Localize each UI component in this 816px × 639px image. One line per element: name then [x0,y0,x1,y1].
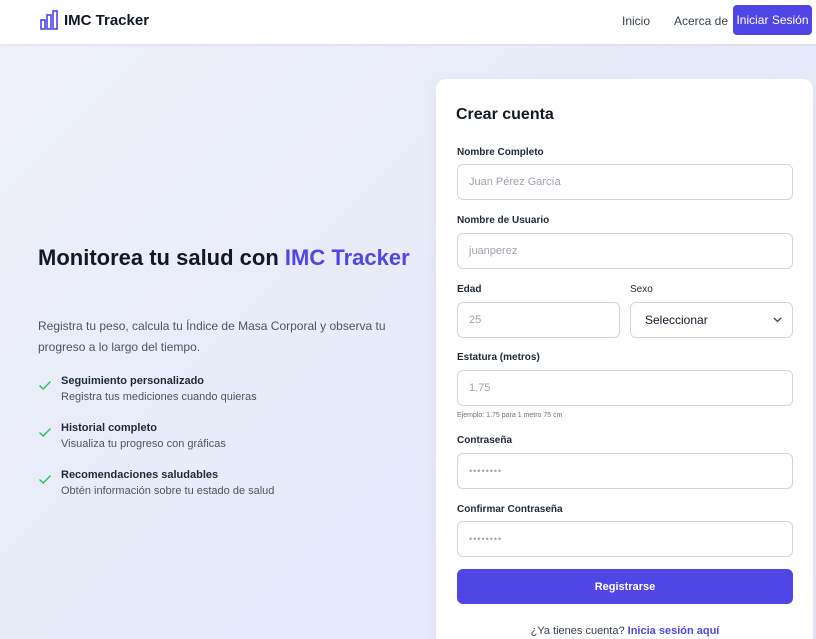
full-name-input[interactable]: Juan Pérez García [457,164,793,200]
confirm-password-label: Confirmar Contraseña [457,504,563,515]
login-prompt-text: ¿Ya tienes cuenta? [530,625,628,637]
age-label: Edad [457,284,482,295]
hero-description: Registra tu peso, calcula tu Índice de M… [38,319,386,354]
feature-title: Seguimiento personalizado [61,375,205,387]
check-icon [39,381,52,390]
check-icon [39,475,52,484]
password-label: Contraseña [457,435,513,446]
login-prompt: ¿Ya tienes cuenta? Inicia sesión aquí [457,625,793,637]
sex-select-value: Seleccionar [645,313,708,327]
full-name-label: Nombre Completo [457,147,544,158]
sex-label: Sexo [630,284,653,295]
height-input[interactable]: 1.75 [457,370,793,406]
check-icon [39,428,52,437]
nav-link-home[interactable]: Inicio [622,14,650,28]
feature-title: Recomendaciones saludables [61,469,219,481]
feature-description: Visualiza tu progreso con gráficas [61,438,226,450]
height-hint: Ejemplo: 1.75 para 1 metro 75 cm [457,412,563,419]
login-button[interactable]: Iniciar Sesión [733,5,812,35]
form-title: Crear cuenta [456,106,554,123]
feature-title: Historial completo [61,422,157,434]
login-link[interactable]: Inicia sesión aquí [628,625,720,637]
hero-title: Monitorea tu salud con IMC Tracker [38,244,418,271]
username-label: Nombre de Usuario [457,215,550,226]
navbar: IMC Tracker Inicio Acerca de Iniciar Ses… [0,0,816,44]
chevron-down-icon [773,317,782,323]
bar-chart-icon [40,10,58,30]
hero-title-accent: IMC Tracker [284,245,410,270]
password-input[interactable]: •••••••• [457,453,793,489]
hero-title-prefix: Monitorea tu salud con [38,245,285,270]
sex-select[interactable]: Seleccionar [630,302,793,338]
age-input[interactable]: 25 [457,302,620,338]
feature-description: Obtén información sobre tu estado de sal… [61,485,275,497]
nav-link-about[interactable]: Acerca de [674,14,728,28]
height-label: Estatura (metros) [457,352,540,363]
register-button[interactable]: Registrarse [457,569,793,604]
confirm-password-input[interactable]: •••••••• [457,521,793,557]
brand-name: IMC Tracker [64,11,150,29]
feature-description: Registra tus mediciones cuando quieras [61,391,257,403]
brand[interactable]: IMC Tracker [40,10,149,30]
username-input[interactable]: juanperez [457,233,793,269]
